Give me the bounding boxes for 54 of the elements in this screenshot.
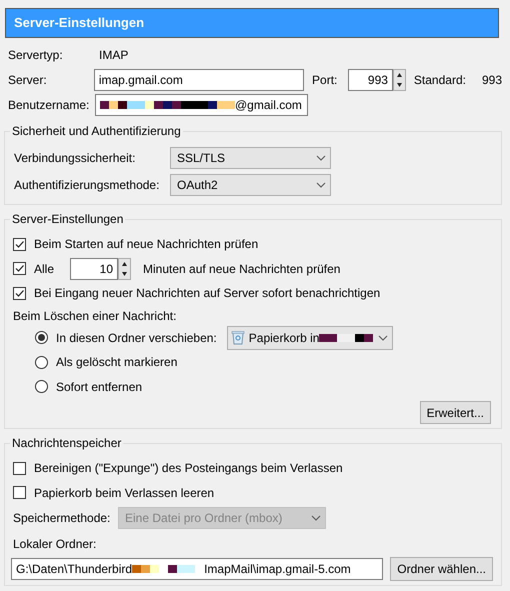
radio-label[interactable]: In diesen Ordner verschieben:: [56, 328, 217, 347]
select-field[interactable]: OAuth2: [170, 174, 331, 196]
radio-button[interactable]: [35, 331, 48, 344]
checkbox-label[interactable]: Bereinigen ("Expunge") des Posteingangs beim Verlassen: [34, 459, 343, 478]
field-value: IMAP: [99, 46, 128, 64]
server-field[interactable]: imap.gmail.com: [94, 68, 304, 90]
select-field[interactable]: SSL/TLS: [170, 146, 331, 168]
radio-label[interactable]: Als gelöscht markieren: [56, 353, 178, 372]
field-label: Speichermethode:: [13, 510, 112, 527]
field-label: Verbindungssicherheit:: [13, 150, 136, 166]
radio-button[interactable]: [35, 380, 48, 394]
checkbox[interactable]: [13, 486, 26, 500]
field-label: Server:: [7, 72, 48, 88]
folder-select[interactable]: Papierkorb in: [226, 326, 393, 350]
group-title: Server-Einstellungen: [10, 211, 126, 227]
folder-name: Papierkorb in: [248, 330, 320, 347]
advanced-button[interactable]: Erweitert...: [420, 401, 491, 424]
field-label: Standard:: [414, 72, 466, 88]
choose-folder-button[interactable]: Ordner wählen...: [390, 557, 493, 581]
checkbox[interactable]: [13, 462, 26, 475]
port-field[interactable]: 993: [348, 68, 393, 90]
radio-label[interactable]: Sofort entfernen: [56, 378, 142, 396]
interval-field[interactable]: 10: [70, 258, 118, 280]
field-label: Port:: [312, 72, 338, 88]
spin-buttons[interactable]: [392, 68, 406, 90]
field-label: Lokaler Ordner:: [13, 536, 96, 553]
chevron-down-icon: [378, 334, 388, 341]
checkbox-label[interactable]: Alle: [34, 260, 68, 278]
checkbox[interactable]: [13, 286, 26, 300]
field-value: @gmail.com: [235, 96, 302, 114]
field-label: Beim Löschen einer Nachricht:: [13, 308, 176, 324]
chevron-down-icon: [316, 182, 326, 188]
checkbox-label[interactable]: Bei Eingang neuer Nachrichten auf Server sofort benachrichtigen: [34, 284, 380, 302]
checkbox-label[interactable]: Beim Starten auf neue Nachrichten prüfen: [34, 235, 258, 254]
path-text: ImapMail\imap.gmail-5.com: [204, 561, 351, 578]
spin-buttons[interactable]: [118, 258, 131, 280]
field-value: 993: [482, 72, 502, 88]
chevron-down-icon: [311, 515, 321, 521]
field-label: Minuten auf neue Nachrichten prüfen: [143, 260, 340, 278]
folder-path-field[interactable]: G:\Daten\Thunderbird ImapMail\imap.gmail-5.com: [11, 558, 383, 580]
group-title: Sicherheit und Authentifizierung: [10, 123, 183, 139]
checkbox-label[interactable]: Papierkorb beim Verlassen leeren: [34, 484, 214, 502]
group-title: Nachrichtenspeicher: [10, 435, 124, 451]
field-label: Benutzername:: [7, 96, 90, 114]
username-field[interactable]: @gmail.com: [95, 94, 308, 116]
field-label: Authentifizierungsmethode:: [13, 176, 160, 194]
checkbox[interactable]: [13, 262, 26, 276]
checkbox[interactable]: [13, 238, 26, 251]
section-header: Server-Einstellungen: [5, 8, 499, 38]
path-text: G:\Daten\Thunderbird: [16, 561, 132, 578]
chevron-down-icon: [316, 154, 326, 160]
field-label: Servertyp:: [7, 46, 64, 64]
trash-icon: [230, 330, 245, 346]
radio-button[interactable]: [35, 356, 48, 369]
